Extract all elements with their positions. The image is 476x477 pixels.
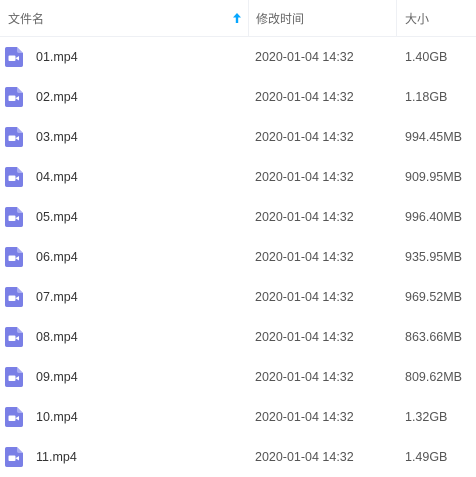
file-name-cell: 06.mp4 (0, 237, 248, 277)
file-row[interactable]: 08.mp4 2020-01-04 14:32 863.66MB (0, 317, 476, 357)
file-row[interactable]: 05.mp4 2020-01-04 14:32 996.40MB (0, 197, 476, 237)
file-row[interactable]: 11.mp4 2020-01-04 14:32 1.49GB (0, 437, 476, 477)
file-size: 863.66MB (405, 330, 462, 344)
file-name[interactable]: 10.mp4 (36, 410, 78, 424)
file-name-cell: 04.mp4 (0, 157, 248, 197)
file-name[interactable]: 03.mp4 (36, 130, 78, 144)
file-name-cell: 07.mp4 (0, 277, 248, 317)
file-row[interactable]: 03.mp4 2020-01-04 14:32 994.45MB (0, 117, 476, 157)
video-file-icon (5, 327, 23, 347)
column-header-modified-label: 修改时间 (256, 11, 305, 26)
file-name[interactable]: 05.mp4 (36, 210, 78, 224)
file-name-cell: 10.mp4 (0, 397, 248, 437)
file-row[interactable]: 10.mp4 2020-01-04 14:32 1.32GB (0, 397, 476, 437)
video-file-icon (5, 247, 23, 267)
column-header-name-label: 文件名 (8, 11, 45, 26)
file-size: 909.95MB (405, 170, 462, 184)
video-file-icon (5, 287, 23, 307)
file-size: 1.49GB (405, 450, 448, 464)
file-name-cell: 05.mp4 (0, 197, 248, 237)
file-name[interactable]: 09.mp4 (36, 370, 78, 384)
video-file-icon (5, 367, 23, 387)
file-modified-time: 2020-01-04 14:32 (255, 210, 354, 224)
file-modified-time: 2020-01-04 14:32 (255, 130, 354, 144)
file-modified-time: 2020-01-04 14:32 (255, 330, 354, 344)
file-name[interactable]: 06.mp4 (36, 250, 78, 264)
file-name[interactable]: 07.mp4 (36, 290, 78, 304)
file-modified-time: 2020-01-04 14:32 (255, 410, 354, 424)
file-size: 1.32GB (405, 410, 448, 424)
file-modified-time: 2020-01-04 14:32 (255, 450, 354, 464)
list-header: 文件名 修改时间 大小 (0, 0, 476, 37)
video-file-icon (5, 167, 23, 187)
file-name-cell: 01.mp4 (0, 37, 248, 77)
file-modified-time: 2020-01-04 14:32 (255, 90, 354, 104)
video-file-icon (5, 447, 23, 467)
file-modified-time: 2020-01-04 14:32 (255, 170, 354, 184)
file-rows: 01.mp4 2020-01-04 14:32 1.40GB 02.mp4 20… (0, 37, 476, 477)
file-row[interactable]: 02.mp4 2020-01-04 14:32 1.18GB (0, 77, 476, 117)
file-name-cell: 11.mp4 (0, 437, 248, 477)
file-size: 1.18GB (405, 90, 448, 104)
file-name[interactable]: 08.mp4 (36, 330, 78, 344)
file-name[interactable]: 01.mp4 (36, 50, 78, 64)
file-row[interactable]: 04.mp4 2020-01-04 14:32 909.95MB (0, 157, 476, 197)
column-header-modified[interactable]: 修改时间 (248, 0, 396, 36)
file-size: 935.95MB (405, 250, 462, 264)
file-name[interactable]: 02.mp4 (36, 90, 78, 104)
file-name-cell: 08.mp4 (0, 317, 248, 357)
file-list: 文件名 修改时间 大小 01.mp4 2020-01-04 14:32 1.40… (0, 0, 476, 467)
file-name-cell: 03.mp4 (0, 117, 248, 157)
file-row[interactable]: 09.mp4 2020-01-04 14:32 809.62MB (0, 357, 476, 397)
file-size: 969.52MB (405, 290, 462, 304)
file-size: 809.62MB (405, 370, 462, 384)
file-modified-time: 2020-01-04 14:32 (255, 290, 354, 304)
arrow-up-icon[interactable] (232, 12, 242, 24)
file-row[interactable]: 07.mp4 2020-01-04 14:32 969.52MB (0, 277, 476, 317)
video-file-icon (5, 47, 23, 67)
file-row[interactable]: 01.mp4 2020-01-04 14:32 1.40GB (0, 37, 476, 77)
file-name[interactable]: 11.mp4 (36, 450, 77, 464)
column-header-name[interactable]: 文件名 (0, 0, 248, 36)
video-file-icon (5, 127, 23, 147)
file-modified-time: 2020-01-04 14:32 (255, 250, 354, 264)
file-row[interactable]: 06.mp4 2020-01-04 14:32 935.95MB (0, 237, 476, 277)
file-modified-time: 2020-01-04 14:32 (255, 370, 354, 384)
file-name-cell: 02.mp4 (0, 77, 248, 117)
file-size: 1.40GB (405, 50, 448, 64)
file-modified-time: 2020-01-04 14:32 (255, 50, 354, 64)
file-name-cell: 09.mp4 (0, 357, 248, 397)
video-file-icon (5, 87, 23, 107)
column-header-size[interactable]: 大小 (396, 0, 476, 36)
video-file-icon (5, 207, 23, 227)
file-name[interactable]: 04.mp4 (36, 170, 78, 184)
video-file-icon (5, 407, 23, 427)
file-size: 994.45MB (405, 130, 462, 144)
column-header-size-label: 大小 (405, 11, 430, 26)
file-size: 996.40MB (405, 210, 462, 224)
